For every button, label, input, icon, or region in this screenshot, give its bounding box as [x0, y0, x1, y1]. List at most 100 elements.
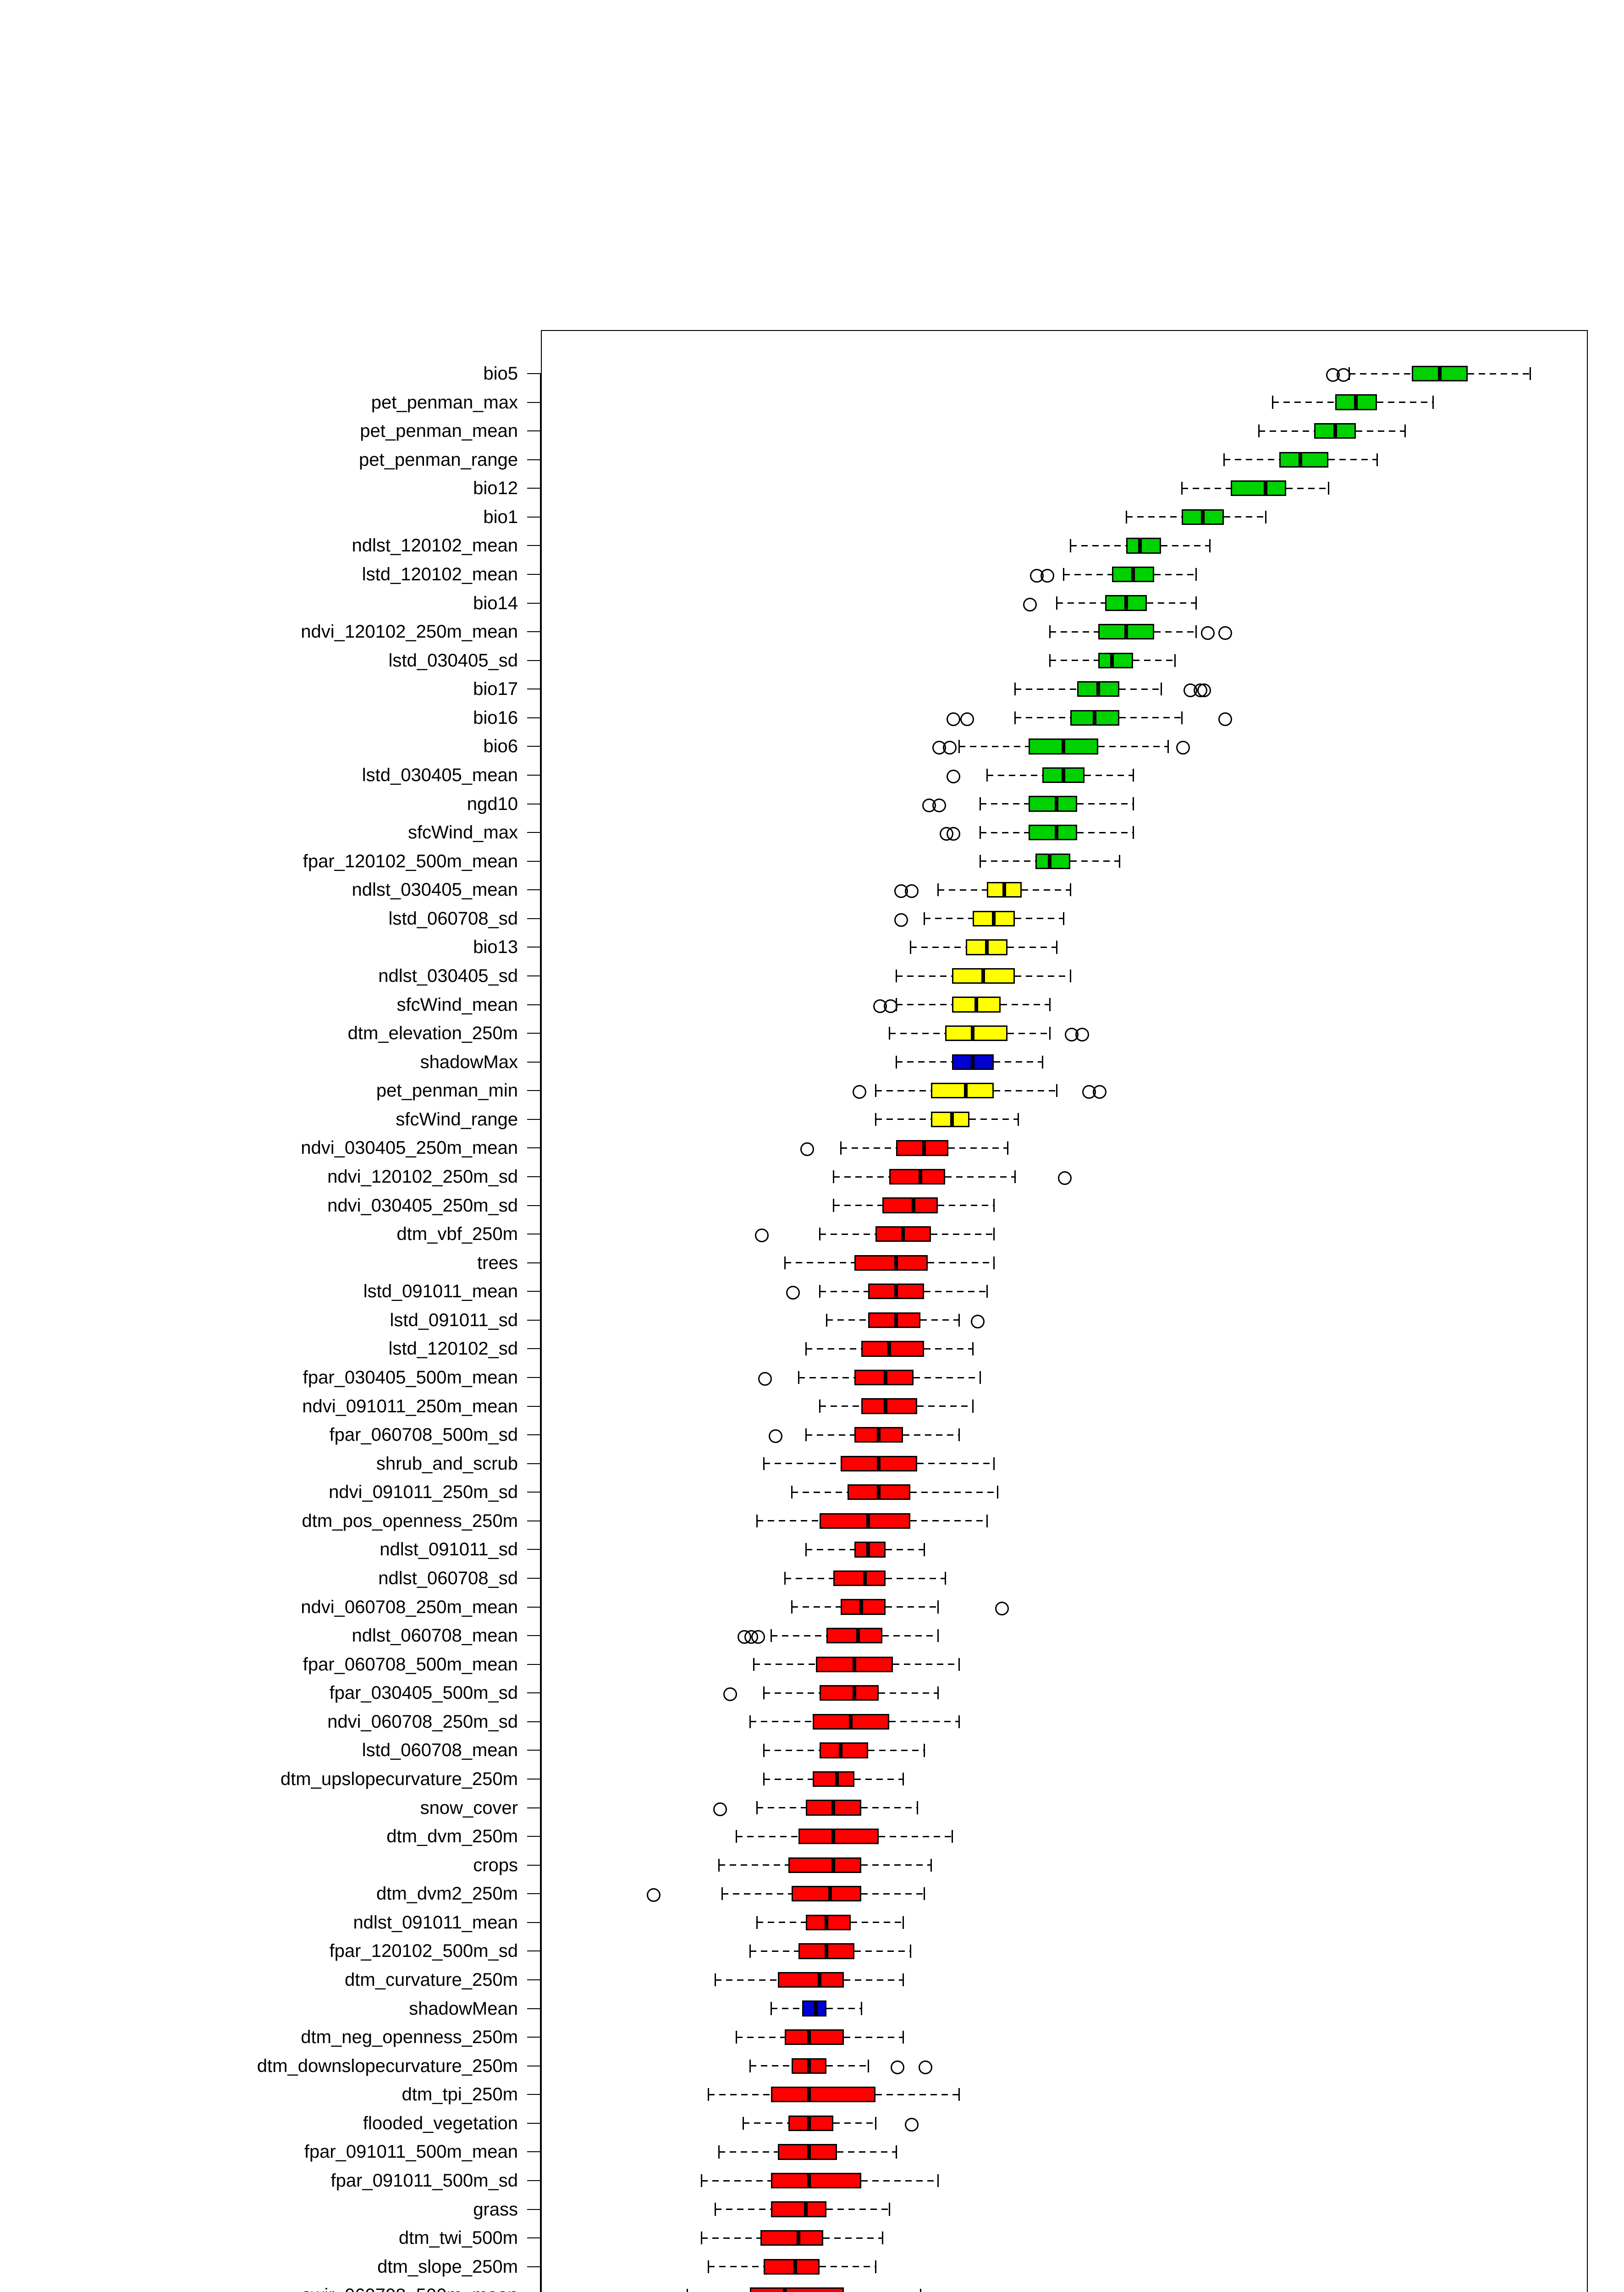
outlier-point [884, 999, 897, 1013]
category-label: lstd_060708_mean [0, 1741, 518, 1759]
outlier-point [1065, 1028, 1079, 1041]
category-label: sfcWind_max [0, 823, 518, 842]
box [833, 1570, 886, 1586]
outlier-point [751, 1630, 765, 1644]
category-label: lstd_030405_sd [0, 651, 518, 670]
outlier-point [905, 2118, 919, 2132]
box [882, 1197, 938, 1213]
category-label: dtm_pos_openness_250m [0, 1512, 518, 1530]
category-label: bio16 [0, 709, 518, 727]
outlier-point [891, 2061, 904, 2074]
category-label: fpar_030405_500m_sd [0, 1684, 518, 1702]
category-label: dtm_tpi_250m [0, 2085, 518, 2104]
outlier-point [1058, 1171, 1072, 1185]
outlier-point [940, 827, 953, 841]
box [1279, 452, 1328, 468]
category-label: ndvi_060708_250m_mean [0, 1598, 518, 1616]
box [771, 2173, 862, 2188]
category-label: bio6 [0, 737, 518, 755]
category-label: dtm_downslopecurvature_250m [0, 2057, 518, 2075]
box [854, 1255, 928, 1271]
category-label: ngd10 [0, 795, 518, 813]
category-label: fpar_060708_500m_sd [0, 1426, 518, 1444]
outlier-point [943, 741, 957, 755]
box [813, 1771, 854, 1787]
outlier-point [1201, 626, 1215, 640]
category-label: bio12 [0, 479, 518, 497]
category-label: pet_penman_max [0, 393, 518, 412]
box [778, 1972, 844, 1988]
box [798, 1829, 879, 1844]
outlier-point [1176, 741, 1190, 755]
box [788, 1857, 862, 1873]
box [771, 2087, 875, 2102]
category-label: ndvi_091011_250m_sd [0, 1483, 518, 1501]
category-label: dtm_twi_500m [0, 2229, 518, 2247]
category-label: lstd_091011_sd [0, 1311, 518, 1329]
outlier-point [1218, 626, 1232, 640]
category-label: dtm_upslopecurvature_250m [0, 1770, 518, 1788]
category-label: ndvi_091011_250m_mean [0, 1397, 518, 1416]
category-label: lstd_091011_mean [0, 1282, 518, 1300]
category-label: ndvi_120102_250m_sd [0, 1168, 518, 1186]
category-label: pet_penman_mean [0, 422, 518, 440]
category-label: swir_060708_500m_mean [0, 2286, 518, 2292]
category-label: ndlst_030405_mean [0, 881, 518, 899]
category-label: dtm_curvature_250m [0, 1971, 518, 1989]
category-label: bio14 [0, 594, 518, 612]
outlier-point [971, 1315, 985, 1328]
box [820, 1742, 868, 1758]
category-label: dtm_dvm_250m [0, 1827, 518, 1846]
box [889, 1169, 945, 1185]
category-label: lstd_120102_sd [0, 1339, 518, 1358]
outlier-point [713, 1802, 727, 1816]
outlier-point [853, 1085, 866, 1099]
box [1029, 825, 1077, 840]
category-label: trees [0, 1254, 518, 1272]
outlier-point [647, 1888, 661, 1902]
outlier-point [947, 770, 960, 783]
box [861, 1398, 917, 1414]
box [820, 1513, 910, 1529]
outlier-point [723, 1687, 737, 1701]
outlier-point [1218, 712, 1232, 726]
outlier-point [1337, 368, 1350, 382]
category-label: snow_cover [0, 1799, 518, 1817]
outlier-point [786, 1286, 800, 1300]
category-label: dtm_slope_250m [0, 2258, 518, 2276]
box [1029, 796, 1077, 811]
plot-area [541, 330, 1588, 2292]
box [764, 2259, 820, 2275]
outlier-point [960, 712, 974, 726]
box [826, 1628, 882, 1643]
category-label: pet_penman_range [0, 451, 518, 469]
category-label: bio13 [0, 938, 518, 956]
outlier-point [769, 1429, 782, 1443]
outlier-point [919, 2061, 932, 2074]
outlier-point [1093, 1085, 1107, 1099]
category-label: bio5 [0, 364, 518, 383]
category-label: dtm_dvm2_250m [0, 1884, 518, 1903]
category-label: shadowMean [0, 2000, 518, 2018]
box [945, 1025, 1008, 1041]
outlier-point [1040, 569, 1054, 583]
category-label: ndvi_030405_250m_mean [0, 1139, 518, 1157]
category-label: fpar_091011_500m_sd [0, 2171, 518, 2190]
category-label: fpar_060708_500m_mean [0, 1655, 518, 1674]
box [760, 2230, 823, 2246]
box [771, 2201, 827, 2217]
outlier-point [1023, 598, 1037, 612]
outlier-point [947, 712, 960, 726]
category-label: ndlst_120102_mean [0, 536, 518, 555]
category-label: ndlst_030405_sd [0, 967, 518, 985]
category-label: ndvi_120102_250m_mean [0, 623, 518, 641]
box [1098, 653, 1133, 668]
box [1231, 480, 1287, 496]
category-label: shrub_and_scrub [0, 1455, 518, 1473]
category-label: fpar_091011_500m_mean [0, 2143, 518, 2161]
category-label: flooded_vegetation [0, 2114, 518, 2132]
category-label: shadowMax [0, 1053, 518, 1071]
chart-container: 0510bio5pet_penman_maxpet_penman_meanpet… [0, 0, 1624, 2292]
box [1126, 538, 1161, 553]
category-label: ndlst_060708_sd [0, 1569, 518, 1587]
